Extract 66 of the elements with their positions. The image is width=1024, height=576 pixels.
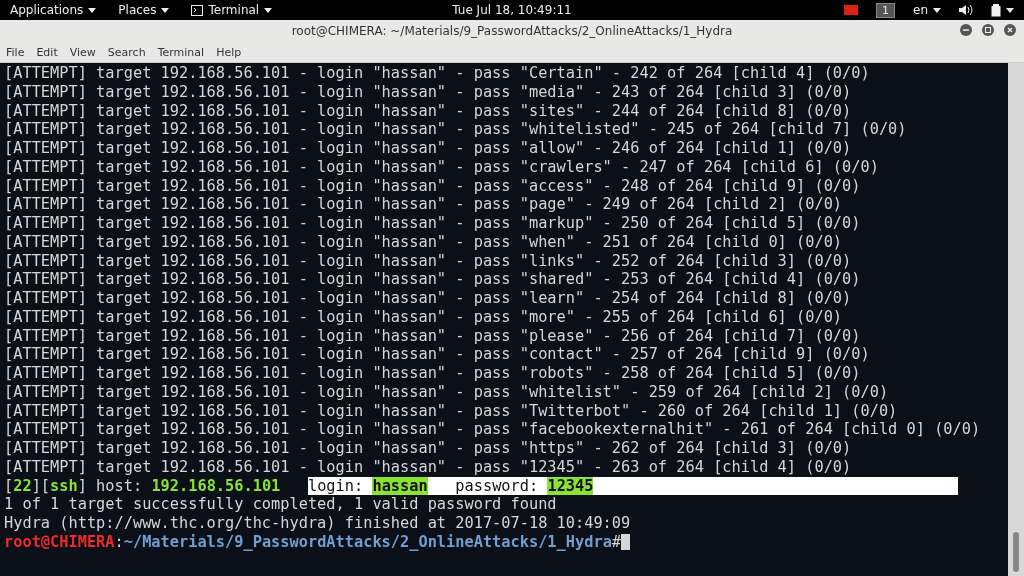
highlighted-text: 22 bbox=[13, 476, 32, 495]
window-title: root@CHIMERA: ~/Materials/9_PasswordAttacks/2_OnlineAttacks/1_Hydra bbox=[291, 24, 733, 38]
terminal-line: [ATTEMPT] target 192.168.56.101 - login "hassan" - pass "sites" - 244 of 264 [child 8] (0/0) bbox=[4, 101, 853, 121]
terminal-line: [ATTEMPT] target 192.168.56.101 - login "hassan" - pass "page" - 249 of 264 [child 2] (0/0) bbox=[4, 195, 844, 214]
terminal-line: [ATTEMPT] target 192.168.56.101 - login "hassan" - pass "facebookexternalhit" - 261 of 264 [child 0] (0/0) bbox=[4, 420, 981, 439]
power-menu[interactable] bbox=[991, 3, 1014, 17]
prompt-user: root@CHIMERA bbox=[4, 532, 115, 551]
menu-item[interactable]: Edit bbox=[36, 45, 58, 59]
prompt-symbol: # bbox=[611, 532, 622, 551]
terminal-line: [ATTEMPT] target 192.168.56.101 - login "hassan" - pass "access" - 248 of 264 [child 9] (0/0) bbox=[4, 176, 862, 196]
volume-icon[interactable] bbox=[959, 4, 973, 16]
menu-item[interactable]: File bbox=[6, 45, 25, 59]
highlighted-text: 192.168.56.101 bbox=[151, 476, 281, 495]
caret-icon bbox=[264, 7, 273, 13]
menu-label: Places bbox=[118, 3, 157, 17]
clock[interactable]: Tue Jul 18, 10:49:11 bbox=[452, 3, 572, 17]
terminal-line: Hydra (http://www.thc.org/thc-hydra) finished at 2017-07-18 10:49:09 bbox=[4, 514, 632, 533]
terminal-line: [ATTEMPT] target 192.168.56.101 - login "hassan" - pass "whitelisted" - 245 of 264 [child 7] (0/0) bbox=[4, 120, 908, 139]
prompt-path: ~/Materials/9_PasswordAttacks/2_OnlineAttacks/1_Hydra bbox=[123, 532, 612, 551]
terminal-text: ] host: bbox=[77, 476, 144, 495]
caret-icon bbox=[161, 7, 170, 13]
caret-icon bbox=[1006, 7, 1014, 13]
maximize-icon[interactable] bbox=[982, 24, 994, 36]
battery-icon bbox=[991, 3, 1001, 17]
prompt-separator: : bbox=[114, 532, 124, 551]
terminal-line: 1 of 1 target successfully completed, 1 valid password found bbox=[4, 495, 558, 514]
terminal-line: [ATTEMPT] target 192.168.56.101 - login "hassan" - pass "https" - 262 of 264 [child 3] (0/0) bbox=[4, 439, 853, 458]
workspace-indicator[interactable]: 1 bbox=[876, 2, 895, 18]
scrollbar-thumb[interactable] bbox=[1013, 532, 1020, 572]
terminal-line: [ATTEMPT] target 192.168.56.101 - login "hassan" - pass "crawlers" - 247 of 264 [child 6] (0/0) bbox=[4, 157, 880, 177]
menu-label: Terminal bbox=[208, 3, 260, 17]
top-bar-menu[interactable]: Terminal bbox=[191, 3, 273, 17]
terminal-text: ][ bbox=[31, 476, 51, 495]
terminal-line: [ATTEMPT] target 192.168.56.101 - login "hassan" - pass "when" - 251 of 264 [child 0] (0/0) bbox=[4, 232, 844, 252]
selected-text: 12345 bbox=[547, 476, 594, 495]
terminal-line: [ATTEMPT] target 192.168.56.101 - login "hassan" - pass "markup" - 250 of 264 [child 5] (0/0) bbox=[4, 214, 862, 233]
terminal-line: [ATTEMPT] target 192.168.56.101 - login "hassan" - pass "shared" - 253 of 264 [child 4] (0/0) bbox=[4, 270, 862, 289]
menu-item[interactable]: Terminal bbox=[157, 45, 205, 59]
terminal-icon bbox=[191, 4, 204, 16]
terminal-line: [ATTEMPT] target 192.168.56.101 - login "hassan" - pass "Certain" - 242 of 264 [child 4] (0/0) bbox=[4, 64, 871, 83]
top-bar-menu[interactable]: Places bbox=[118, 3, 170, 17]
caret-icon bbox=[88, 7, 97, 13]
terminal-line: [ATTEMPT] target 192.168.56.101 - login "hassan" - pass "allow" - 246 of 264 [child 1] (0/0) bbox=[4, 139, 853, 158]
terminal-line: [ATTEMPT] target 192.168.56.101 - login "hassan" - pass "learn" - 254 of 264 [child 8] (0/0) bbox=[4, 289, 853, 308]
terminal-line: [ATTEMPT] target 192.168.56.101 - login "hassan" - pass "whitelist" - 259 of 264 [child 2] (0/0) bbox=[4, 382, 890, 402]
terminal-line: [ATTEMPT] target 192.168.56.101 - login "hassan" - pass "12345" - 263 of 264 [child 4] (0/0) bbox=[4, 457, 853, 477]
scrollbar[interactable] bbox=[1008, 63, 1024, 576]
terminal-text: [ bbox=[4, 476, 14, 495]
terminal-line: [ATTEMPT] target 192.168.56.101 - login "hassan" - pass "please" - 256 of 264 [child 7] (0/0) bbox=[4, 326, 862, 346]
menu-item[interactable]: View bbox=[69, 45, 96, 59]
close-icon[interactable] bbox=[1004, 24, 1016, 36]
terminal-line: [ATTEMPT] target 192.168.56.101 - login "hassan" - pass "more" - 255 of 264 [child 6] (0/0) bbox=[4, 307, 844, 327]
highlighted-text: ssh bbox=[50, 476, 78, 495]
selected-text: hassan bbox=[372, 476, 428, 495]
language-menu[interactable]: en bbox=[913, 3, 941, 17]
caret-icon bbox=[933, 7, 941, 13]
terminal-line: [ATTEMPT] target 192.168.56.101 - login "hassan" - pass "media" - 243 of 264 [child 3] (0/0) bbox=[4, 82, 853, 102]
menu-item[interactable]: Help bbox=[216, 45, 242, 59]
menu-item[interactable]: Search bbox=[107, 45, 146, 59]
minimize-icon[interactable] bbox=[960, 24, 972, 36]
terminal-line: [ATTEMPT] target 192.168.56.101 - login "hassan" - pass "Twitterbot" - 260 of 264 [child 1] (0/0) bbox=[4, 401, 899, 421]
terminal-line: [ATTEMPT] target 192.168.56.101 - login "hassan" - pass "contact" - 257 of 264 [child 9] (0/0) bbox=[4, 345, 871, 364]
language-label: en bbox=[913, 3, 928, 17]
text-cursor bbox=[621, 533, 631, 550]
terminal-line: [ATTEMPT] target 192.168.56.101 - login "hassan" - pass "robots" - 258 of 264 [child 5] (0/0) bbox=[4, 364, 862, 383]
terminal-line: [ATTEMPT] target 192.168.56.101 - login "hassan" - pass "links" - 252 of 264 [child 3] (0/0) bbox=[4, 251, 853, 271]
